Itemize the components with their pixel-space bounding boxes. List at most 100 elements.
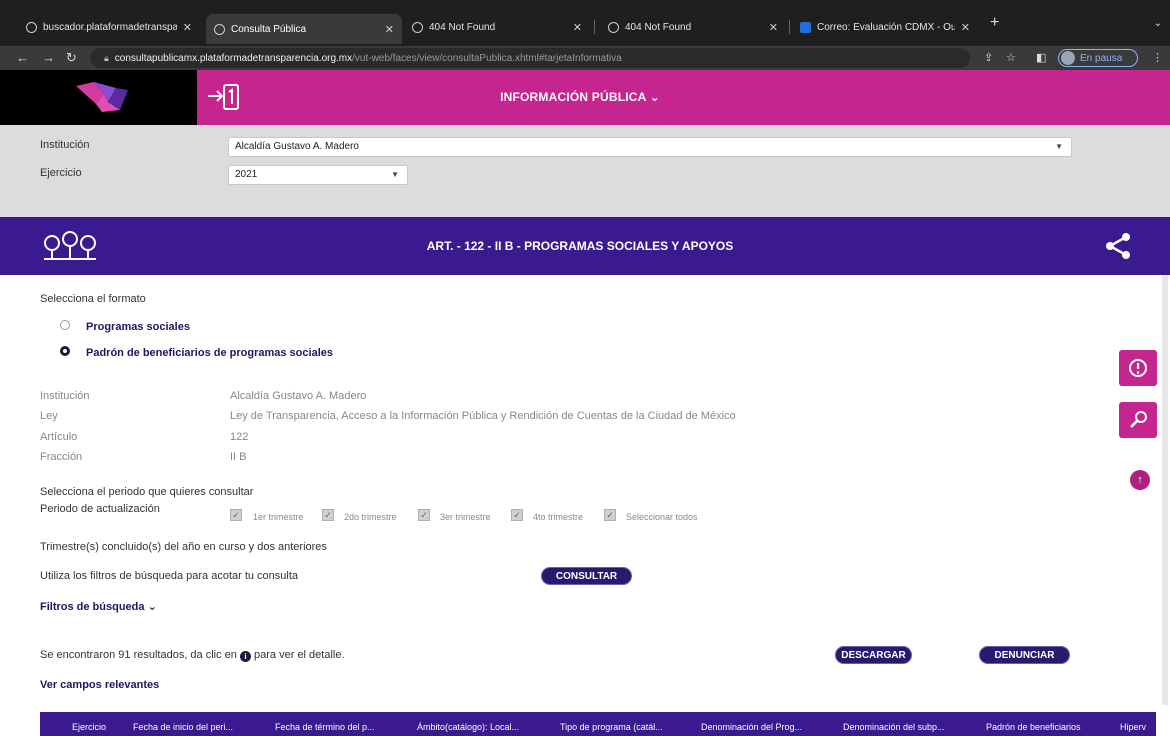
descargar-button[interactable]: DESCARGAR [835,646,912,664]
share-page-icon[interactable]: ⇪ [984,51,993,64]
info-value: 122 [230,431,249,443]
globe-icon [26,21,37,33]
tab-separator [789,20,790,34]
info-label: Artículo [40,431,78,443]
checkbox-label: 3er trimestre [440,512,491,522]
column-header[interactable]: Tipo de programa (catál... [560,712,663,736]
avatar [1061,51,1075,65]
browser-tab[interactable]: Correo: Evaluación CDMX - Ou ✕ [792,14,978,40]
radio-padron-beneficiarios[interactable] [60,346,70,356]
radio-label-padron[interactable]: Padrón de beneficiarios de programas soc… [86,347,333,359]
info-circle-icon: i [239,651,251,662]
url-host: consultapublicamx.plataformadetransparen… [114,53,353,64]
institucion-value: Alcaldía Gustavo A. Madero [235,141,359,152]
close-icon[interactable]: ✕ [573,21,582,34]
profile-status: En pausa [1080,52,1123,64]
close-icon[interactable]: ✕ [183,21,192,34]
checkbox-label: 2do trimestre [344,512,397,522]
article-band: ART. - 122 - II B - PROGRAMAS SOCIALES Y… [0,217,1170,275]
globe-icon [412,21,423,33]
tab-title: 404 Not Found [625,21,692,33]
browser-tab[interactable]: buscador.plataformadetranspa ✕ [18,14,200,40]
new-tab-plus-icon[interactable]: + [990,14,999,32]
arrow-up-icon[interactable]: ↑ [1130,470,1150,490]
results-summary: Se encontraron 91 resultados, da clic en… [40,649,345,662]
chevron-down-icon[interactable]: ⌄ [1154,18,1162,29]
institucion-select[interactable]: Alcaldía Gustavo A. Madero ▼ [228,137,1072,157]
share-icon[interactable] [1103,231,1133,266]
chevron-down-icon: ⌄ [649,90,660,104]
filtros-toggle[interactable]: Filtros de búsqueda ⌄ [40,600,157,613]
caret-down-icon: ▼ [1055,142,1063,151]
site-logo[interactable] [0,70,197,125]
period-label: Periodo de actualización [40,503,160,515]
column-header[interactable]: Ámbito(catálogo): Local... [417,712,519,736]
checkbox-label: 1er trimestre [253,512,304,522]
tab-title: Correo: Evaluación CDMX - Ou [817,21,955,33]
caret-down-icon: ▼ [391,170,399,179]
column-header[interactable]: Hiperv [1120,712,1146,736]
checkbox-4to-trimestre[interactable]: ✓ [511,509,523,521]
column-header[interactable]: Fecha de término del p... [275,712,375,736]
info-label: Ley [40,410,58,422]
forward-arrow-icon[interactable]: → [42,50,55,65]
radio-programas-sociales[interactable] [60,320,70,330]
checkbox-1er-trimestre[interactable]: ✓ [230,509,242,521]
side-panel-icon[interactable]: ◧ [1036,51,1046,64]
browser-tab-active[interactable]: Consulta Pública ✕ [206,14,402,44]
login-icon[interactable] [206,82,240,117]
filtros-label: Filtros de búsqueda [40,601,145,613]
column-header[interactable]: Denominación del subp... [843,712,945,736]
ver-campos-link[interactable]: Ver campos relevantes [40,679,159,691]
globe-icon [214,23,225,35]
chevron-down-icon: ⌄ [147,601,157,613]
reload-icon[interactable]: ↻ [66,50,77,66]
tab-title: Consulta Pública [231,23,307,35]
column-header[interactable]: Ejercicio [72,712,106,736]
close-icon[interactable]: ✕ [961,21,970,34]
checkbox-2do-trimestre[interactable]: ✓ [322,509,334,521]
institucion-label: Institución [40,139,90,151]
tab-title: 404 Not Found [429,21,496,33]
outlook-icon [800,21,811,33]
tools-button[interactable] [1119,402,1157,438]
close-icon[interactable]: ✕ [385,23,394,36]
period-note: Trimestre(s) concluido(s) del año en cur… [40,541,327,553]
checkbox-3er-trimestre[interactable]: ✓ [418,509,430,521]
bookmark-star-icon[interactable]: ☆ [1006,51,1016,64]
info-publica-menu[interactable]: INFORMACIÓN PÚBLICA ⌄ [440,70,720,125]
format-prompt: Selecciona el formato [40,293,146,305]
address-bar[interactable]: 🔒︎ consultapublicamx.plataformadetranspar… [90,48,970,68]
radio-label-programas[interactable]: Programas sociales [86,321,190,333]
tab-title: buscador.plataformadetranspa [43,21,177,33]
column-header[interactable]: Fecha de inicio del peri... [133,712,233,736]
page-scrollbar[interactable] [1162,275,1168,705]
profile-button[interactable]: En pausa [1058,49,1138,67]
alert-circle-icon [1129,359,1147,377]
browser-toolbar: ← → ↻ 🔒︎ consultapublicamx.plataformadetr… [0,46,1170,70]
browser-tab[interactable]: 404 Not Found ✕ [404,14,590,40]
browser-tab[interactable]: 404 Not Found ✕ [600,14,786,40]
period-prompt: Selecciona el periodo que quieres consul… [40,486,254,498]
browser-tab-bar: buscador.plataformadetranspa ✕ Consulta … [0,0,1170,46]
checkbox-seleccionar-todos[interactable]: ✓ [604,509,616,521]
ejercicio-select[interactable]: 2021 ▼ [228,165,408,185]
denunciar-button[interactable]: DENUNCIAR [979,646,1070,664]
url-path: /vut-web/faces/view/consultaPublica.xhtm… [352,53,622,64]
info-value: II B [230,451,247,463]
header-title: INFORMACIÓN PÚBLICA [500,90,647,104]
site-header: INFORMACIÓN PÚBLICA ⌄ [0,70,1170,125]
article-title: ART. - 122 - II B - PROGRAMAS SOCIALES Y… [426,239,734,253]
wrench-icon [1130,411,1147,428]
back-arrow-icon[interactable]: ← [16,50,29,65]
checkbox-label: 4to trimestre [533,512,584,522]
institution-filters: Institución Alcaldía Gustavo A. Madero ▼… [0,125,1170,217]
pnt-logo-icon [76,82,128,112]
column-header[interactable]: Padrón de beneficiarios [986,712,1081,736]
consultar-button[interactable]: CONSULTAR [541,567,632,585]
column-header[interactable]: Denominación del Prog... [701,712,802,736]
results-text: Se encontraron 91 resultados, da clic en [40,649,237,661]
close-icon[interactable]: ✕ [769,21,778,34]
kebab-menu-icon[interactable]: ⋮ [1152,51,1163,64]
alert-button[interactable] [1119,350,1157,386]
